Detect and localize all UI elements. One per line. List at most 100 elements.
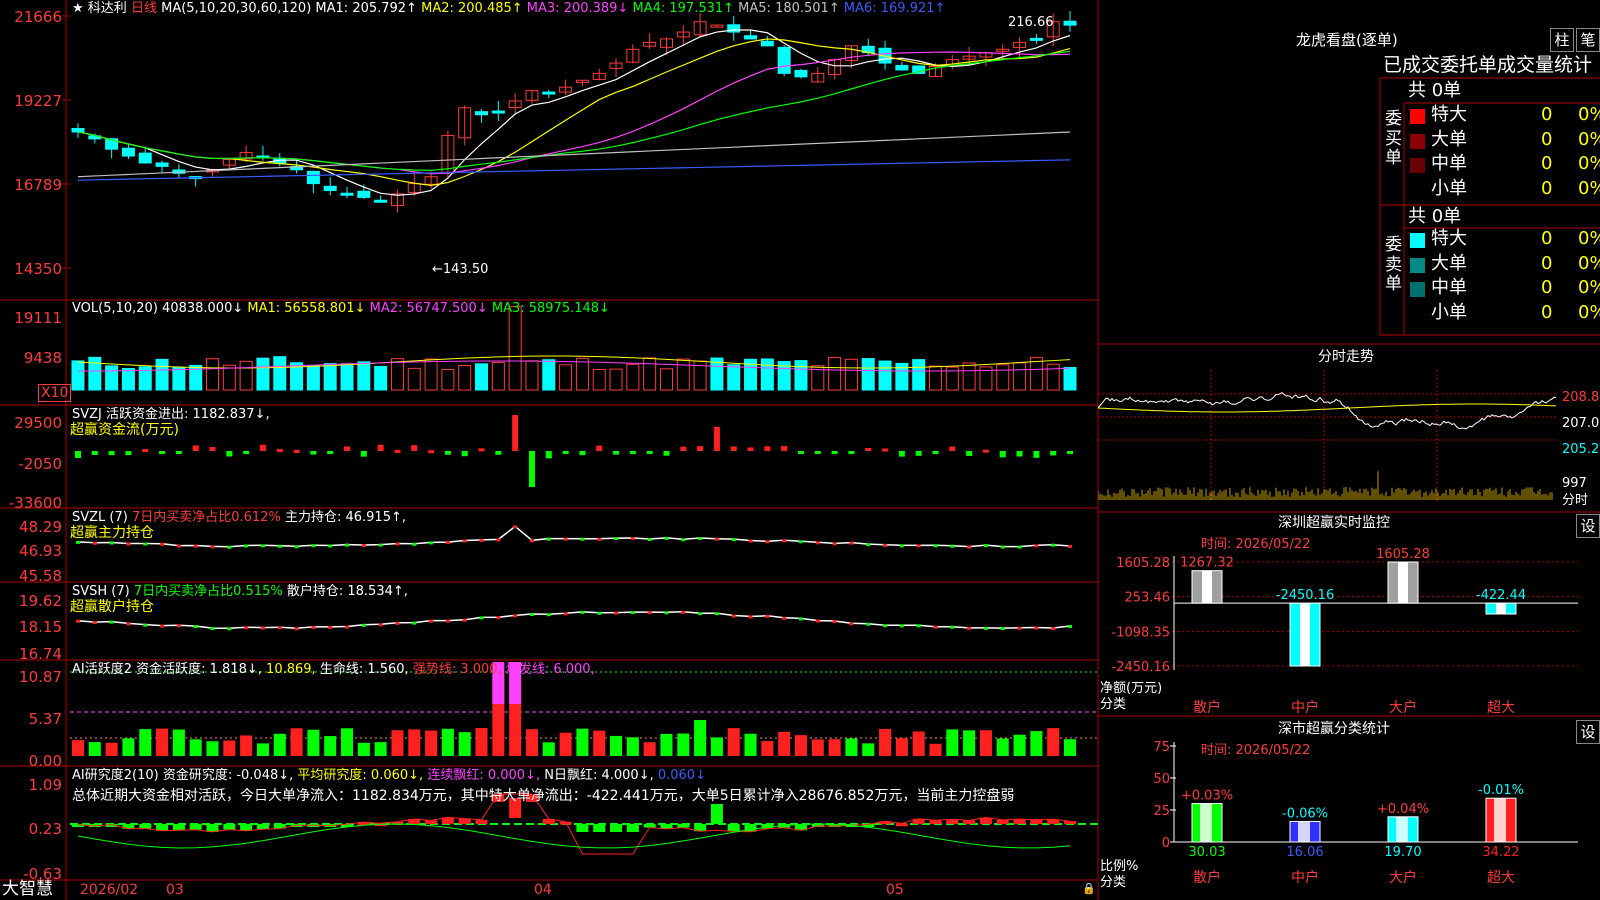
flow-bar: [814, 451, 821, 454]
longhu-tab-text[interactable]: 已成交委托单成交量统计: [1383, 56, 1592, 75]
ai-research-b: 平均研究度: 0.060↓,: [297, 768, 424, 783]
y-tick-svzl-1: 46.93: [19, 542, 62, 560]
hold-tick: [916, 624, 921, 628]
pen-mode-button[interactable]: 笔: [1576, 28, 1600, 52]
classify-value-label: 19.70: [1384, 845, 1421, 860]
buy-row-count: 0: [1541, 153, 1553, 174]
activity-bar: [542, 742, 555, 756]
y-tick-vol-1: 9438: [23, 349, 62, 367]
hold-tick: [983, 626, 988, 630]
hold-tick: [967, 626, 972, 630]
hold-tick: [143, 623, 148, 627]
buy-side-label: 委买单: [1385, 109, 1402, 169]
lock-icon[interactable]: 🔒: [1082, 883, 1096, 894]
research-bar: [139, 824, 152, 829]
period-label[interactable]: 日线: [131, 1, 157, 16]
flow-bar: [428, 450, 435, 454]
hold-tick: [967, 545, 972, 549]
classify-y-tick: 25: [1153, 804, 1170, 819]
hold-tick: [765, 540, 770, 544]
monitor-x-unit: 分类: [1100, 697, 1127, 712]
hold-tick: [1068, 625, 1072, 628]
vol-unit-badge: X10: [38, 384, 72, 402]
ai-research-chart[interactable]: [0, 766, 1098, 880]
hold-tick: [681, 538, 686, 542]
activity-bar: [828, 739, 841, 756]
monitor-bar-highlight: [1202, 570, 1212, 604]
hold-tick: [210, 627, 215, 631]
hold-tick: [883, 624, 888, 628]
intraday-title: 分时走势: [1318, 349, 1374, 365]
svzl-ratio: 7日内买卖净占比0.612%: [131, 510, 281, 525]
hold-tick: [260, 626, 265, 630]
monitor-bar-chart[interactable]: 1605.28 253.46 -1098.35 -2450.16 1267.32 散户 -2…: [1098, 526, 1600, 716]
y-tick-svzj-0: 29500: [14, 414, 62, 432]
monitor-bar-label: 1267.32: [1180, 556, 1234, 571]
hold-tick: [614, 537, 619, 541]
activity-bar: [223, 740, 236, 756]
buy-row-pct: 0%: [1578, 153, 1600, 174]
activity-bar: [408, 729, 421, 756]
activity-bar: [341, 728, 354, 756]
activity-bar: [441, 728, 454, 756]
research-bar: [223, 824, 236, 830]
ai-research-d: N日飘红: 4.000↓,: [544, 768, 654, 783]
sell-row-pct: 0%: [1578, 301, 1600, 323]
volume-bar: [306, 365, 320, 391]
y-tick-air-1: 0.23: [28, 820, 62, 838]
activity-bar: [156, 728, 169, 756]
hold-tick: [630, 537, 635, 540]
sell-row-pct: 0%: [1578, 252, 1600, 274]
classify-bar-chart[interactable]: 75 50 25 0 +0.03% 30.03 散户 -0.06% 16.06 中户 +0.04% 1…: [1098, 716, 1600, 900]
candle-body: [794, 69, 808, 78]
hold-tick: [328, 625, 333, 629]
candlestick-chart[interactable]: [0, 0, 1098, 300]
flow-bar: [108, 451, 115, 456]
y-tick-svzj-1: -2050: [18, 455, 62, 473]
sell-row-label: 小单: [1431, 301, 1467, 323]
main-chart-header: ★ 科达利 日线 MA(5,10,20,30,60,120) MA1: 205.…: [72, 2, 945, 15]
svzl-header: SVZL (7) 7日内买卖净占比0.612% 主力持仓: 46.915↑,: [72, 511, 406, 524]
monitor-category-label: 超大: [1487, 700, 1515, 716]
candle-body: [1063, 20, 1077, 26]
intraday-price-1: 207.0: [1562, 416, 1600, 431]
monitor-y-tick: -1098.35: [1112, 625, 1170, 640]
star-icon[interactable]: ★: [72, 1, 84, 16]
hold-tick: [849, 622, 854, 626]
activity-bar: [643, 742, 656, 756]
hold-tick: [513, 525, 518, 529]
ai-research-summary: 总体近期大资金相对活跃，今日大单净流入：1182.834万元，其中特大单净流出：…: [72, 788, 1015, 804]
candle-body: [1029, 37, 1043, 41]
flow-bar: [764, 446, 771, 451]
svzl-hold: 主力持仓: 46.915↑,: [284, 510, 406, 525]
activity-bar: [946, 729, 959, 756]
ma4-value: MA4: 197.531↑: [632, 1, 735, 16]
hold-tick: [345, 625, 350, 629]
flow-bar: [1033, 451, 1040, 458]
hold-tick: [765, 614, 770, 618]
research-bar: [1013, 819, 1026, 824]
month-label-05: 05: [886, 882, 904, 898]
ai-activity-e: 爆发线: 6.000,: [505, 662, 595, 677]
volume-bar: [559, 364, 573, 391]
ai-activity-d: 强势线: 3.000,: [412, 662, 502, 677]
intraday-chart[interactable]: [1098, 370, 1600, 510]
ma5-value: MA5: 180.501↑: [738, 1, 840, 16]
sell-color-swatch: [1410, 282, 1425, 297]
monitor-y-tick: 1605.28: [1116, 556, 1170, 571]
sell-row-count: 0: [1541, 277, 1553, 298]
volume-bar: [760, 358, 774, 391]
hold-tick: [1000, 627, 1005, 631]
hold-tick: [479, 538, 484, 542]
y-tick-svzl-0: 48.29: [19, 518, 62, 536]
candle-body: [306, 170, 320, 185]
volume-bar: [508, 306, 522, 391]
flow-bar: [629, 451, 636, 454]
hold-tick: [1000, 545, 1005, 549]
svzj-subtitle: 超赢资金流(万元): [70, 422, 179, 438]
activity-bar: [72, 740, 84, 756]
volume-bar: [273, 356, 287, 391]
activity-bar: [727, 728, 740, 756]
bar-mode-button[interactable]: 柱: [1550, 28, 1574, 52]
flow-bar: [932, 451, 939, 454]
